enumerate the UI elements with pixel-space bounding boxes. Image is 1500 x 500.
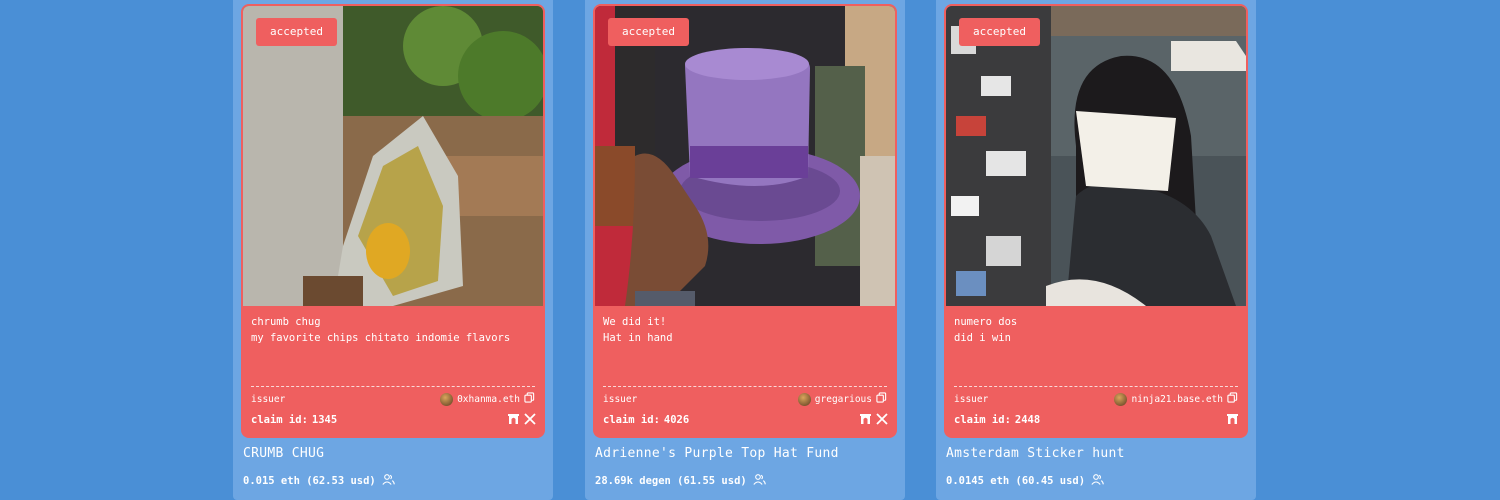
- claim-id-value: 4026: [663, 414, 690, 426]
- description-line: did i win: [954, 332, 1011, 344]
- users-icon: [753, 474, 766, 488]
- claim-id-label: claim id:: [251, 414, 308, 426]
- bounty-card[interactable]: accepted numero dos did i win issuer nin…: [936, 0, 1256, 500]
- x-icon[interactable]: [524, 413, 536, 425]
- claim-id-value: 2448: [1014, 414, 1041, 426]
- status-badge: accepted: [256, 18, 337, 46]
- social-links: [1226, 413, 1239, 425]
- bounty-price: 28.69k degen (61.55 usd): [595, 474, 766, 488]
- claim-id: claim id: 1345: [251, 414, 337, 426]
- farcaster-icon[interactable]: [859, 413, 872, 425]
- bounty-title[interactable]: Amsterdam Sticker hunt: [946, 446, 1125, 461]
- issuer-avatar: [797, 392, 811, 406]
- copy-icon[interactable]: [1227, 392, 1238, 406]
- claim-id-label: claim id:: [603, 414, 660, 426]
- claim-id: claim id: 2448: [954, 414, 1040, 426]
- bounty-price: 0.0145 eth (60.45 usd): [946, 474, 1104, 488]
- claim-photo[interactable]: [595, 6, 895, 306]
- divider: [603, 386, 887, 387]
- claim-photo[interactable]: [946, 6, 1246, 306]
- description-line: We did it!: [603, 316, 667, 328]
- issuer-name[interactable]: 0xhanma.eth: [457, 394, 520, 405]
- claim-card[interactable]: accepted chrumb chug my favorite chips c…: [241, 4, 545, 438]
- status-badge: accepted: [959, 18, 1040, 46]
- issuer-info[interactable]: 0xhanma.eth: [440, 392, 535, 406]
- claim-id-label: claim id:: [954, 414, 1011, 426]
- issuer-name[interactable]: ninja21.base.eth: [1131, 394, 1223, 405]
- social-links: [859, 413, 888, 425]
- claim-description: chrumb chug my favorite chips chitato in…: [251, 314, 536, 346]
- claim-card[interactable]: accepted We did it! Hat in hand issuer g…: [593, 4, 897, 438]
- bounty-title[interactable]: Adrienne's Purple Top Hat Fund: [595, 446, 839, 461]
- claim-id: claim id: 4026: [603, 414, 689, 426]
- description-line: chrumb chug: [251, 316, 321, 328]
- issuer-info[interactable]: ninja21.base.eth: [1114, 392, 1238, 406]
- description-line: my favorite chips chitato indomie flavor…: [251, 332, 511, 344]
- issuer-label: issuer: [251, 394, 286, 405]
- claim-photo[interactable]: [243, 6, 543, 306]
- claim-id-value: 1345: [311, 414, 338, 426]
- chips-bag-photo: [243, 6, 543, 306]
- issuer-label: issuer: [954, 394, 989, 405]
- farcaster-icon[interactable]: [1226, 413, 1239, 425]
- price-value: 0.015 eth (62.53 usd): [243, 475, 376, 487]
- description-line: numero dos: [954, 316, 1018, 328]
- users-icon: [382, 474, 395, 488]
- social-links: [507, 413, 536, 425]
- users-icon: [1091, 474, 1104, 488]
- x-icon[interactable]: [876, 413, 888, 425]
- divider: [251, 386, 535, 387]
- issuer-avatar: [1114, 392, 1128, 406]
- price-value: 0.0145 eth (60.45 usd): [946, 475, 1086, 487]
- divider: [954, 386, 1238, 387]
- bounty-card[interactable]: accepted We did it! Hat in hand issuer g…: [585, 0, 905, 500]
- issuer-info[interactable]: gregarious: [797, 392, 887, 406]
- claim-description: We did it! Hat in hand: [603, 314, 888, 346]
- bounty-price: 0.015 eth (62.53 usd): [243, 474, 395, 488]
- sticker-hunt-photo: [946, 6, 1246, 306]
- issuer-name[interactable]: gregarious: [815, 394, 872, 405]
- description-line: Hat in hand: [603, 332, 673, 344]
- claim-card[interactable]: accepted numero dos did i win issuer nin…: [944, 4, 1248, 438]
- bounty-title[interactable]: CRUMB CHUG: [243, 446, 324, 461]
- bounty-card[interactable]: accepted chrumb chug my favorite chips c…: [233, 0, 553, 500]
- copy-icon[interactable]: [524, 392, 535, 406]
- status-badge: accepted: [608, 18, 689, 46]
- price-value: 28.69k degen (61.55 usd): [595, 475, 747, 487]
- issuer-label: issuer: [603, 394, 638, 405]
- copy-icon[interactable]: [876, 392, 887, 406]
- claim-description: numero dos did i win: [954, 314, 1239, 346]
- issuer-avatar: [440, 392, 454, 406]
- farcaster-icon[interactable]: [507, 413, 520, 425]
- top-hat-photo: [595, 6, 895, 306]
